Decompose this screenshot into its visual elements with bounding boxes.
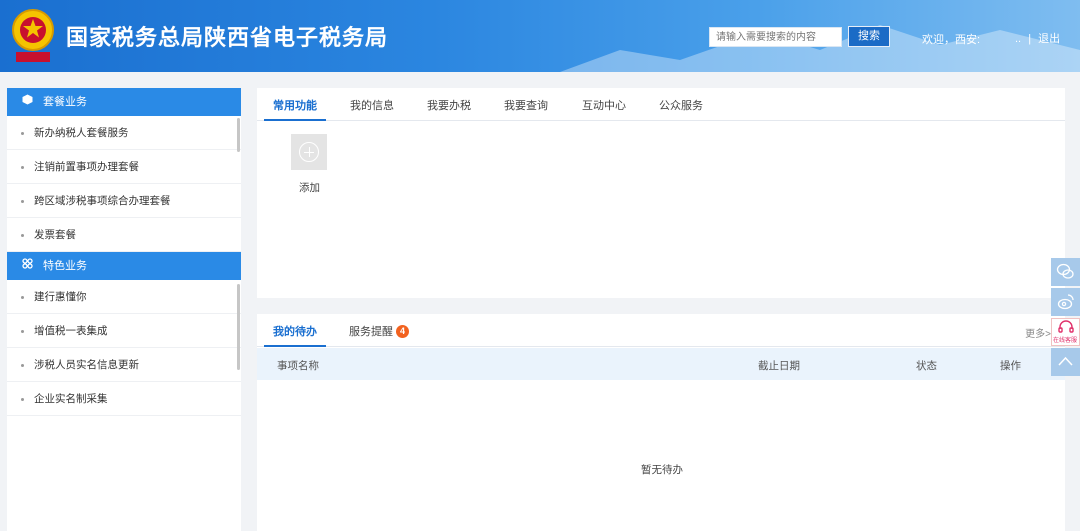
- page-header: 国家税务总局陕西省电子税务局 搜索 欢迎，西安: .. | 退出: [0, 0, 1080, 72]
- sidebar-item-invoice[interactable]: 发票套餐: [7, 218, 241, 252]
- bullet-icon: [21, 397, 24, 401]
- bullet-icon: [21, 295, 24, 299]
- search-input[interactable]: [709, 27, 842, 47]
- column-header-deadline: 截止日期: [758, 360, 800, 372]
- cube-icon: [21, 88, 33, 116]
- sidebar-scrollbar-top[interactable]: [237, 118, 240, 152]
- todo-table-header: 事项名称 截止日期 状态 操作: [257, 348, 1065, 380]
- bullet-icon: [21, 329, 24, 333]
- tab-my-info[interactable]: 我的信息: [350, 97, 394, 113]
- active-tab-indicator: [264, 119, 326, 121]
- chevron-up-icon: [1058, 356, 1073, 366]
- search-button[interactable]: 搜索: [848, 26, 890, 47]
- welcome-text: 欢迎，西安:: [922, 31, 980, 47]
- todo-tabs: 我的待办 服务提醒 4 更多>: [257, 314, 1065, 347]
- sidebar-item-label: 新办纳税人套餐服务: [34, 127, 129, 139]
- sidebar-item-realname-collect[interactable]: 企业实名制采集: [7, 382, 241, 416]
- headset-icon: [1058, 320, 1074, 333]
- column-header-action: 操作: [1000, 360, 1021, 372]
- add-function-label: 添加: [299, 182, 320, 194]
- welcome-label: 欢迎，西安:: [922, 34, 981, 46]
- plus-circle-icon: [299, 142, 319, 162]
- bullet-icon: [21, 363, 24, 367]
- sidebar-section-package[interactable]: 套餐业务: [7, 88, 241, 116]
- sidebar-section-label: 特色业务: [43, 260, 87, 272]
- sidebar-item-vat-integration[interactable]: 增值税一表集成: [7, 314, 241, 348]
- tab-query[interactable]: 我要查询: [504, 97, 548, 113]
- empty-state-text: 暂无待办: [641, 464, 683, 476]
- sidebar-item-label: 发票套餐: [34, 229, 76, 241]
- sidebar-section-featured[interactable]: 特色业务: [7, 252, 241, 280]
- bullet-icon: [21, 233, 24, 237]
- back-to-top-button[interactable]: [1051, 348, 1080, 376]
- tab-interaction[interactable]: 互动中心: [582, 97, 626, 113]
- tab-common[interactable]: 常用功能: [273, 97, 317, 113]
- sidebar: 套餐业务 新办纳税人套餐服务 注销前置事项办理套餐 跨区域涉税事项综合办理套餐 …: [7, 88, 241, 531]
- sidebar-section-label: 套餐业务: [43, 96, 87, 108]
- bullet-icon: [21, 199, 24, 203]
- bullet-icon: [21, 131, 24, 135]
- bullet-icon: [21, 165, 24, 169]
- sidebar-scrollbar-bottom[interactable]: [237, 284, 240, 370]
- user-name[interactable]: ..: [1015, 33, 1021, 45]
- sidebar-item-label: 建行惠懂你: [34, 291, 87, 303]
- weibo-button[interactable]: [1051, 288, 1080, 316]
- tab-my-todo[interactable]: 我的待办: [273, 323, 317, 339]
- sidebar-item-label: 跨区域涉税事项综合办理套餐: [34, 195, 171, 207]
- sidebar-item-new-taxpayer[interactable]: 新办纳税人套餐服务: [7, 116, 241, 150]
- tab-handle-tax[interactable]: 我要办税: [427, 97, 471, 113]
- active-tab-indicator: [264, 345, 326, 347]
- online-service-button[interactable]: 在线客服: [1051, 318, 1080, 346]
- header-links: .. | 退出: [1015, 30, 1064, 46]
- tax-emblem-logo: [12, 9, 54, 62]
- sidebar-item-label: 注销前置事项办理套餐: [34, 161, 139, 173]
- add-function-button[interactable]: [291, 134, 327, 170]
- sidebar-item-label: 涉税人员实名信息更新: [34, 359, 139, 371]
- online-service-label: 在线客服: [1053, 338, 1078, 344]
- floating-toolbar: 在线客服: [1051, 258, 1080, 378]
- wechat-icon: [1056, 263, 1074, 279]
- sidebar-item-realname-update[interactable]: 涉税人员实名信息更新: [7, 348, 241, 382]
- main-tabs: 常用功能 我的信息 我要办税 我要查询 互动中心 公众服务: [257, 88, 1065, 121]
- column-header-item-name: 事项名称: [277, 360, 319, 372]
- sidebar-item-cross-region[interactable]: 跨区域涉税事项综合办理套餐: [7, 184, 241, 218]
- more-link[interactable]: 更多>: [1025, 325, 1051, 340]
- column-header-status: 状态: [916, 360, 937, 372]
- sidebar-item-label: 增值税一表集成: [34, 325, 108, 337]
- header-separator: |: [1028, 33, 1032, 45]
- sidebar-item-label: 企业实名制采集: [34, 393, 108, 405]
- tab-service-reminder[interactable]: 服务提醒 4: [349, 323, 409, 339]
- logout-link[interactable]: 退出: [1038, 33, 1060, 45]
- todo-panel: 我的待办 服务提醒 4 更多> 事项名称 截止日期 状态 操作 暂无待办: [257, 314, 1065, 531]
- tab-public-service[interactable]: 公众服务: [659, 97, 703, 113]
- common-functions-panel: 常用功能 我的信息 我要办税 我要查询 互动中心 公众服务 添加: [257, 88, 1065, 298]
- grid-icon: [21, 252, 33, 280]
- sidebar-item-deregistration[interactable]: 注销前置事项办理套餐: [7, 150, 241, 184]
- weibo-icon: [1057, 294, 1074, 310]
- sidebar-item-ccb[interactable]: 建行惠懂你: [7, 280, 241, 314]
- site-title: 国家税务总局陕西省电子税务局: [66, 25, 389, 50]
- tab-service-reminder-label: 服务提醒: [349, 326, 393, 338]
- reminder-count-badge: 4: [396, 325, 409, 338]
- wechat-button[interactable]: [1051, 258, 1080, 286]
